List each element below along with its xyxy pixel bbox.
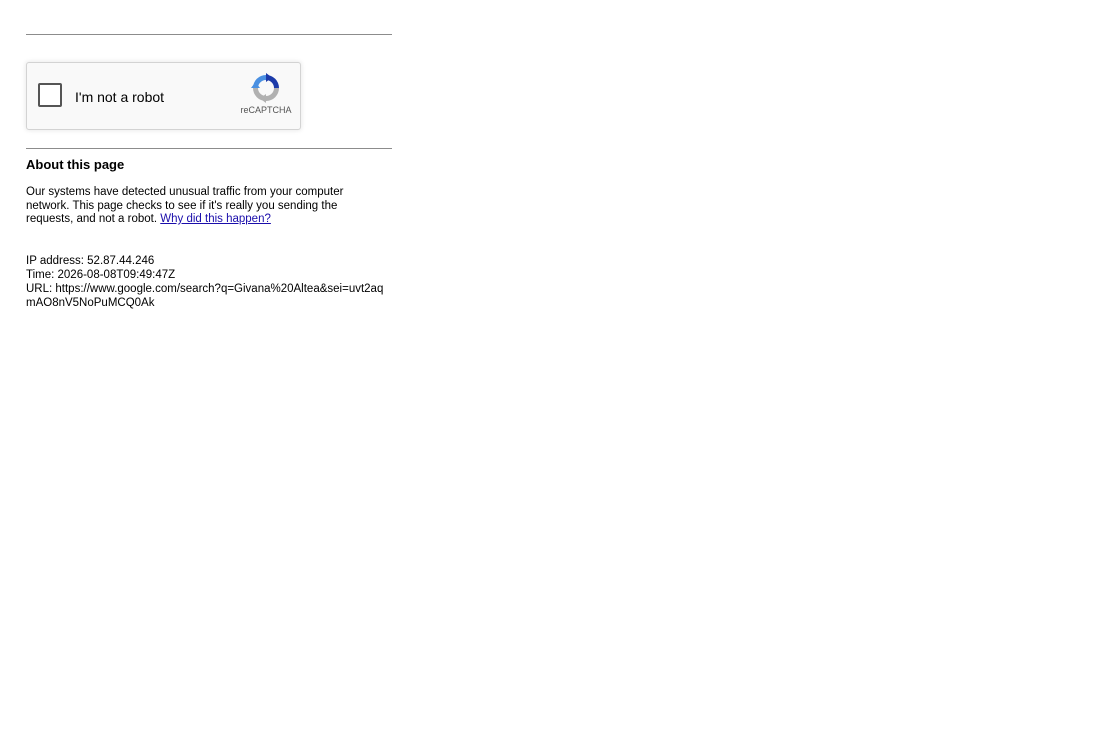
- why-did-this-happen-link[interactable]: Why did this happen?: [160, 213, 271, 225]
- robot-checkbox-label[interactable]: I'm not a robot: [75, 89, 164, 105]
- recaptcha-brand-text: reCAPTCHA: [240, 105, 292, 115]
- request-url: URL: https://www.google.com/search?q=Giv…: [26, 282, 384, 309]
- request-details: IP address: 52.87.44.246 Time: 2026-08-0…: [26, 254, 392, 310]
- about-body: Our systems have detected unusual traffi…: [26, 186, 366, 227]
- ip-address: IP address: 52.87.44.246: [26, 254, 155, 267]
- page-container: I'm not a robot reCAPTCHA About this pag…: [26, 0, 392, 310]
- recaptcha-widget: I'm not a robot reCAPTCHA: [26, 62, 301, 130]
- top-divider: [26, 34, 392, 35]
- middle-divider: [26, 148, 392, 149]
- robot-checkbox[interactable]: [38, 83, 62, 107]
- recaptcha-logo-icon: [251, 73, 279, 103]
- about-title: About this page: [26, 157, 125, 172]
- request-time: Time: 2026-08-08T09:49:47Z: [26, 268, 176, 281]
